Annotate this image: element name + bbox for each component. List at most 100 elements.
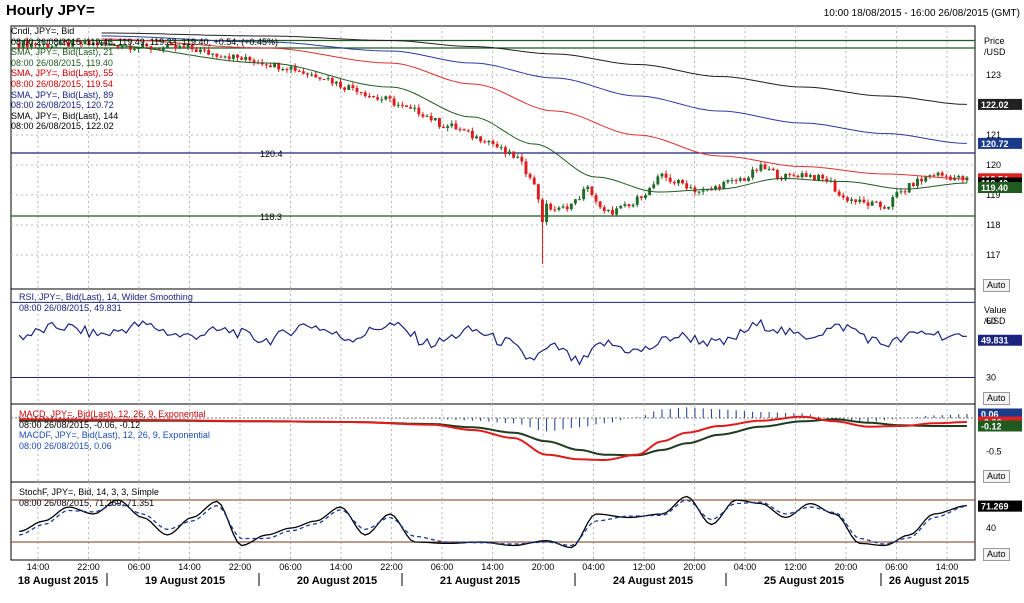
candle-body xyxy=(738,178,742,181)
candle-body xyxy=(417,107,421,115)
auto-scale-button-price[interactable]: Auto xyxy=(983,279,1010,292)
candle-body xyxy=(664,173,668,178)
x-time-label: 14:00 xyxy=(936,562,959,572)
candle-body xyxy=(611,209,614,215)
x-time-label: 04:00 xyxy=(734,562,757,572)
candle-body xyxy=(301,71,305,74)
candle-body xyxy=(339,81,342,88)
candle-body xyxy=(850,199,853,201)
candle-body xyxy=(446,126,450,128)
candle-body xyxy=(405,105,408,108)
x-time-label: 22:00 xyxy=(229,562,252,572)
candle-body xyxy=(524,161,528,175)
candle-body xyxy=(409,107,413,109)
candle-body xyxy=(367,96,371,98)
candle-body xyxy=(726,180,730,183)
candle-body xyxy=(396,104,400,106)
x-time-label: 14:00 xyxy=(481,562,504,572)
candle-body xyxy=(907,183,911,193)
x-time-label: 06:00 xyxy=(128,562,151,572)
candle-body xyxy=(858,199,862,202)
candle-body xyxy=(285,69,289,71)
candle-body xyxy=(755,169,759,171)
candle-body xyxy=(516,156,520,158)
candle-body xyxy=(442,126,445,128)
candle-body xyxy=(582,189,586,200)
candle-body xyxy=(549,203,553,210)
candle-body xyxy=(508,151,511,154)
candle-body xyxy=(734,180,738,182)
candle-body xyxy=(322,79,326,81)
candle-body xyxy=(681,179,685,184)
candle-body xyxy=(837,191,841,196)
candle-body xyxy=(479,136,483,142)
candle-body xyxy=(796,175,800,178)
candle-body xyxy=(512,151,516,158)
candle-body xyxy=(536,184,540,200)
rsi-legend-line: RSI, JPY=, Bid(Last), 14, Wilder Smoothi… xyxy=(19,292,193,302)
price-tick-label: 117 xyxy=(986,250,1000,260)
candle-body xyxy=(742,178,746,181)
candle-body xyxy=(437,118,441,127)
candle-body xyxy=(503,147,507,154)
candle-body xyxy=(384,96,388,100)
candle-body xyxy=(376,97,380,100)
x-time-label: 22:00 xyxy=(77,562,100,572)
candle-body xyxy=(429,115,433,121)
price-axis-unit: Price xyxy=(984,36,1005,46)
candle-body xyxy=(771,168,775,171)
candle-body xyxy=(887,206,891,209)
candle-body xyxy=(433,118,437,121)
candle-body xyxy=(804,173,808,177)
candle-body xyxy=(483,141,487,143)
candle-body xyxy=(281,69,285,71)
auto-scale-button-stoch[interactable]: Auto xyxy=(983,548,1010,561)
candle-body xyxy=(635,196,639,205)
auto-scale-button-macd[interactable]: Auto xyxy=(983,470,1010,483)
price-tag: 122.02 xyxy=(978,98,1022,110)
price-legend-line: SMA, JPY=, Bid(Last), 144 xyxy=(11,110,119,121)
price-tag-text: 119.40 xyxy=(981,183,1008,193)
x-time-label: 14:00 xyxy=(330,562,353,572)
candle-body xyxy=(697,191,701,193)
candle-body xyxy=(862,199,866,203)
x-time-label: 06:00 xyxy=(885,562,908,572)
price-legend-line: Cndl, JPY=, Bid xyxy=(11,26,75,36)
price-tag-text: -0.12 xyxy=(981,422,1002,432)
candle-body xyxy=(656,176,660,185)
candle-body xyxy=(470,130,474,139)
price-legend-line: SMA, JPY=, Bid(Last), 21 xyxy=(11,47,114,58)
candle-body xyxy=(462,129,466,131)
candle-body xyxy=(289,66,293,70)
price-tag: 119.40 xyxy=(978,182,1022,193)
auto-scale-button-rsi[interactable]: Auto xyxy=(983,392,1010,405)
candle-body xyxy=(821,174,825,179)
candle-body xyxy=(932,175,936,177)
candle-body xyxy=(528,174,532,178)
rsi-axis-unit: Value xyxy=(984,305,1006,315)
candle-body xyxy=(347,85,351,90)
x-time-label: 20:00 xyxy=(835,562,858,572)
price-legend-line: SMA, JPY=, Bid(Last), 89 xyxy=(11,89,114,100)
candle-body xyxy=(627,204,631,207)
candle-body xyxy=(870,201,874,206)
candle-body xyxy=(722,182,726,189)
price-tag-text: 49.831 xyxy=(981,336,1009,346)
candle-body xyxy=(660,173,664,177)
candle-body xyxy=(961,175,965,181)
x-time-label: 20:00 xyxy=(532,562,555,572)
level-label: 118.3 xyxy=(260,212,282,222)
rsi-legend: RSI, JPY=, Bid(Last), 14, Wilder Smoothi… xyxy=(19,292,193,313)
candle-body xyxy=(792,174,796,176)
x-time-label: 20:00 xyxy=(683,562,706,572)
candle-body xyxy=(590,186,594,196)
macd-tick-label: -0.5 xyxy=(986,446,1002,456)
price-legend-line: SMA, JPY=, Bid(Last), 55 xyxy=(11,68,114,79)
candle-body xyxy=(689,187,693,189)
candle-body xyxy=(578,199,581,201)
level-label: 120.4 xyxy=(260,149,283,159)
candle-body xyxy=(413,107,417,109)
candle-body xyxy=(788,173,792,175)
price-tag-text: 122.02 xyxy=(981,100,1009,110)
candle-body xyxy=(532,177,536,185)
